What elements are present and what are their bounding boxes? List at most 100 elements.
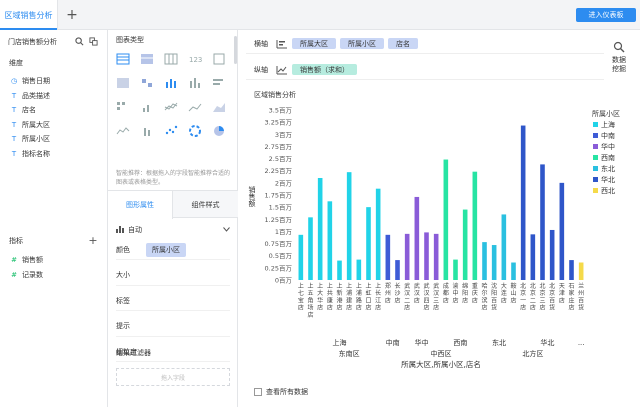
area-chart-icon[interactable] <box>212 100 226 114</box>
y-tick-label: 3百万 <box>275 131 293 139</box>
matrix-icon[interactable] <box>116 100 130 114</box>
metric-field[interactable]: # 记录数 <box>9 269 43 281</box>
property-row[interactable]: 标签 <box>116 291 230 311</box>
x-tick-label: 上 <box>365 282 371 290</box>
chart-bar <box>385 234 391 280</box>
search-icon[interactable] <box>74 36 84 46</box>
chart-bar <box>462 209 468 280</box>
x-tick-label: 哈 <box>481 282 487 290</box>
checkbox[interactable] <box>254 388 262 396</box>
x-tick-label: 中 <box>452 289 458 297</box>
x-tick-label: 兰 <box>578 282 584 290</box>
line-chart-icon[interactable] <box>188 100 202 114</box>
dimension-section-title: 维度 <box>9 59 23 67</box>
x-tick-label: 店 <box>356 304 362 312</box>
legend-item: 西北 <box>601 187 615 195</box>
scrollbar[interactable] <box>234 36 237 64</box>
x-tick-label: 上 <box>307 282 313 290</box>
y-tick-label: 0.75百万 <box>265 240 293 248</box>
x-tick-label: 店 <box>404 304 410 312</box>
chart-type-title: 图表类型 <box>116 36 144 44</box>
tab-component-style[interactable]: 组件样式 <box>173 191 238 219</box>
scatter-icon[interactable] <box>164 124 178 138</box>
enter-dashboard-button[interactable]: 进入仪表板 <box>576 8 636 22</box>
dimension-field[interactable]: T 店名 <box>9 104 36 116</box>
heat-table-icon[interactable] <box>116 76 130 90</box>
x-tick-label: 康 <box>327 296 333 304</box>
x-tick-label: 五 <box>307 290 313 297</box>
dimension-field[interactable]: T 品类描述 <box>9 90 50 102</box>
tab-region-sales[interactable]: 区域销售分析 <box>0 0 58 30</box>
multi-line-icon[interactable] <box>164 100 178 114</box>
color-field-chip[interactable]: 所属小区 <box>146 242 186 257</box>
kpi-icon[interactable] <box>140 76 154 90</box>
number-icon[interactable]: 123 <box>188 52 202 66</box>
ring-icon[interactable] <box>188 124 202 138</box>
dimension-field[interactable]: T 指标名称 <box>9 148 50 160</box>
field-panel: 门店销售额分析 维度 ◷ 销售日期 T 品类描述 T 店名 T 所属大区 T 所属小区 T 指标名称 … <box>0 30 108 407</box>
sort-icon[interactable] <box>272 39 292 49</box>
add-metric-button[interactable]: + <box>88 234 98 247</box>
detail-table-icon[interactable] <box>164 52 178 66</box>
x-tick-label: 店 <box>443 296 449 304</box>
subregion-label: 东北 <box>492 338 506 347</box>
field-type-icon: T <box>11 120 17 129</box>
field-type-icon: T <box>11 135 17 143</box>
crosstab-icon[interactable] <box>140 52 154 66</box>
line-chart-icon[interactable] <box>272 65 292 75</box>
property-row[interactable]: 颜色 所属小区 <box>116 240 230 260</box>
metric-field[interactable]: # 销售额 <box>9 254 43 266</box>
x-tick-label: 阳 <box>462 289 468 297</box>
x-axis-field-pill[interactable]: 店名 <box>388 38 418 49</box>
x-tick-label: 大 <box>317 289 323 297</box>
x-tick-label: 店 <box>298 304 304 312</box>
x-tick-label: 京 <box>539 289 545 297</box>
x-axis-field-pill[interactable]: 所属大区 <box>292 38 336 49</box>
x-tick-label: 上 <box>298 282 304 290</box>
x-tick-label: 百 <box>491 297 497 304</box>
x-tick-label: 店 <box>365 304 371 312</box>
x-axis-field-pill[interactable]: 所属小区 <box>340 38 384 49</box>
x-tick-label: 店 <box>501 296 507 304</box>
tab-bar: 区域销售分析 + 进入仪表板 <box>0 0 640 30</box>
stacked-column-icon[interactable] <box>140 100 154 114</box>
blank-icon[interactable] <box>212 52 226 66</box>
x-tick-label: 店 <box>559 296 565 304</box>
dimension-field[interactable]: T 所属大区 <box>9 119 50 131</box>
y-tick-label: 2.75百万 <box>265 143 293 151</box>
y-axis-field-pill[interactable]: 销售额（求和） <box>292 64 357 75</box>
x-tick-label: 滨 <box>481 296 487 304</box>
x-tick-label: 家 <box>568 289 574 297</box>
pie-icon[interactable] <box>212 124 226 138</box>
svg-text:123: 123 <box>189 56 202 64</box>
range-icon[interactable] <box>140 124 154 138</box>
y-tick-label: 3.25百万 <box>265 119 293 127</box>
x-tick-label: 上 <box>356 282 362 290</box>
chart-bar <box>530 234 536 280</box>
x-tick-label: 浦 <box>346 289 352 297</box>
dimension-field[interactable]: ◷ 销售日期 <box>9 75 50 87</box>
property-row[interactable]: 大小 <box>116 266 230 286</box>
chart-bar <box>308 217 313 280</box>
swap-dataset-icon[interactable] <box>88 36 98 46</box>
table-icon[interactable] <box>116 52 130 66</box>
add-tab-button[interactable]: + <box>64 7 80 23</box>
x-tick-label: 北 <box>539 282 545 290</box>
curve-icon[interactable] <box>116 124 130 138</box>
column-chart-icon[interactable] <box>164 76 178 90</box>
smart-hint: 智能推荐：根据拖入的字段智能推荐合适的图表或表格类型。 <box>116 170 231 186</box>
data-mining-button[interactable]: 数据挖掘 <box>604 32 634 80</box>
tab-graphic-properties[interactable]: 图形属性 <box>108 191 173 219</box>
dimension-field[interactable]: T 所属小区 <box>9 133 50 145</box>
filter-drop-zone[interactable]: 拖入字段 <box>116 368 230 386</box>
x-axis-shelf[interactable]: 横轴 所属大区 所属小区 店名 <box>246 34 604 54</box>
y-axis-shelf[interactable]: 纵轴 销售额（求和） <box>246 60 604 80</box>
x-tick-label: 武 <box>414 282 420 290</box>
x-tick-label: 店 <box>462 296 468 304</box>
property-row[interactable]: 提示 <box>116 317 230 337</box>
x-tick-label: 店 <box>510 296 516 304</box>
chart-mode-select[interactable]: 自动 <box>116 224 230 236</box>
show-all-data[interactable]: 查看所有数据 <box>254 387 308 397</box>
bar-chart-icon[interactable] <box>212 76 226 90</box>
grouped-column-icon[interactable] <box>188 76 202 90</box>
